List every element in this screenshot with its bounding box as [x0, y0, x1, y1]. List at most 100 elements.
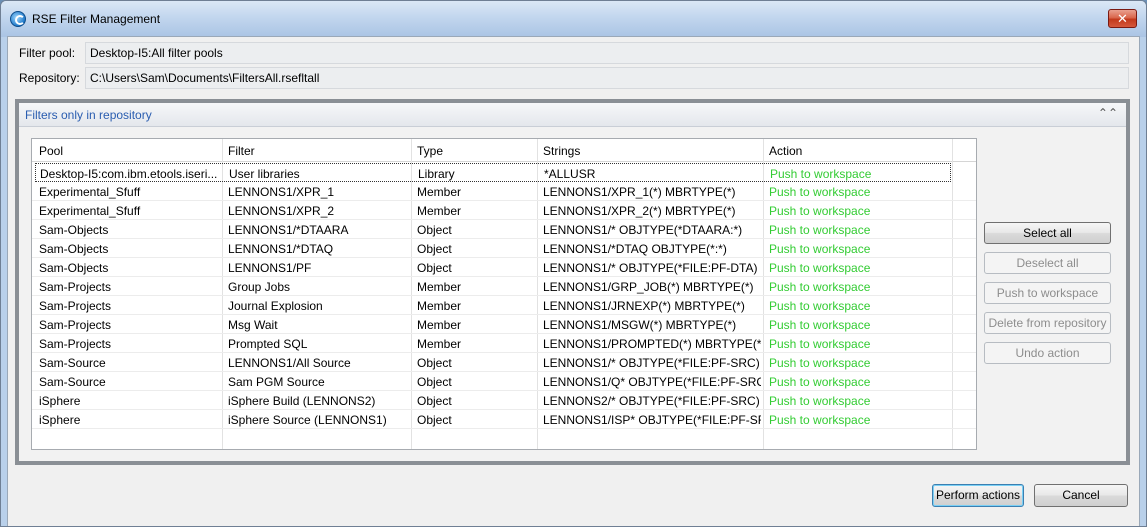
cell-filter: LENNONS1/*DTAARA — [228, 223, 349, 237]
cell-pool: Experimental_Sfuff — [39, 185, 141, 199]
cell-strings: LENNONS1/Q* OBJTYPE(*FILE:PF-SRC) — [543, 375, 761, 389]
cell-filter: User libraries — [229, 167, 300, 181]
cell-strings: LENNONS1/*DTAQ OBJTYPE(*:*) — [543, 242, 727, 256]
cell-filter: LENNONS1/XPR_2 — [228, 204, 335, 218]
table-row[interactable]: Sam-Source LENNONS1/All Source Object LENNO… — [32, 353, 976, 372]
cell-type: Object — [417, 356, 452, 370]
cell-strings: LENNONS1/XPR_1(*) MBRTYPE(*) — [543, 185, 736, 199]
filters-only-in-repository-section: Filters only in repository ⌃⌃ Pool Filte… — [15, 99, 1130, 465]
perform-actions-button[interactable]: Perform actions — [932, 484, 1024, 507]
cell-action[interactable]: Push to workspace — [769, 185, 949, 199]
table-row[interactable]: Sam-Projects Journal Explosion Member LENNO… — [32, 296, 976, 315]
cell-pool: Sam-Objects — [39, 223, 109, 237]
cell-type: Library — [418, 167, 455, 181]
dialog-window: RSE Filter Management ✕ Filter pool: Des… — [0, 0, 1147, 527]
cell-action[interactable]: Push to workspace — [769, 356, 949, 370]
table-row[interactable]: Sam-Objects LENNONS1/*DTAARA Object LENNONS… — [32, 220, 976, 239]
cell-type: Member — [417, 280, 462, 294]
cell-action[interactable]: Push to workspace — [769, 413, 949, 427]
cell-action[interactable]: Push to workspace — [769, 223, 949, 237]
cell-type: Object — [417, 261, 452, 275]
cell-strings: LENNONS1/GRP_JOB(*) MBRTYPE(*) — [543, 280, 754, 294]
delete-from-repository-button[interactable]: Delete from repository — [984, 312, 1111, 334]
cell-action[interactable]: Push to workspace — [769, 394, 949, 408]
cell-filter: Journal Explosion — [228, 299, 323, 313]
cell-pool: Sam-Projects — [39, 280, 112, 294]
table-row[interactable]: Sam-Objects LENNONS1/PF Object LENNONS1/* O… — [32, 258, 976, 277]
select-all-button[interactable]: Select all — [984, 222, 1111, 244]
cell-strings: LENNONS1/ISP* OBJTYPE(*FILE:PF-SRC) — [543, 413, 761, 427]
title-bar[interactable]: RSE Filter Management ✕ — [1, 1, 1146, 37]
repository-label: Repository: — [19, 71, 80, 85]
collapse-chevron-icon[interactable]: ⌃⌃ — [1098, 107, 1118, 119]
cell-type: Member — [417, 318, 462, 332]
cell-action[interactable]: Push to workspace — [769, 204, 949, 218]
column-header-filter[interactable]: Filter — [228, 144, 255, 158]
cell-type: Object — [417, 223, 452, 237]
cell-strings: *ALLUSR — [544, 167, 596, 181]
cell-action[interactable]: Push to workspace — [769, 280, 949, 294]
cell-pool: Experimental_Sfuff — [39, 204, 141, 218]
filter-pool-label: Filter pool: — [19, 46, 76, 60]
refresh-circle-icon — [10, 11, 26, 27]
cell-filter: Sam PGM Source — [228, 375, 325, 389]
close-button[interactable]: ✕ — [1108, 9, 1137, 28]
cell-filter: iSphere Build (LENNONS2) — [228, 394, 376, 408]
cell-filter: Group Jobs — [228, 280, 291, 294]
table-row[interactable]: Desktop-I5:com.ibm.etools.iseri... User l… — [35, 163, 951, 182]
cell-strings: LENNONS1/* OBJTYPE(*FILE:PF-DTA) — [543, 261, 758, 275]
window-title: RSE Filter Management — [32, 12, 161, 26]
cell-filter: LENNONS1/*DTAQ — [228, 242, 334, 256]
table-row[interactable]: iSphere iSphere Build (LENNONS2) Object LEN… — [32, 391, 976, 410]
cell-action[interactable]: Push to workspace — [769, 261, 949, 275]
cell-pool: Sam-Projects — [39, 318, 112, 332]
cell-action[interactable]: Push to workspace — [769, 318, 949, 332]
column-header-action[interactable]: Action — [769, 144, 802, 158]
cell-strings: LENNONS2/* OBJTYPE(*FILE:PF-SRC) — [543, 394, 760, 408]
undo-action-button[interactable]: Undo action — [984, 342, 1111, 364]
cell-action[interactable]: Push to workspace — [769, 337, 949, 351]
cell-type: Object — [417, 394, 452, 408]
cell-action[interactable]: Push to workspace — [769, 242, 949, 256]
column-header-strings[interactable]: Strings — [543, 144, 580, 158]
cell-filter: iSphere Source (LENNONS1) — [228, 413, 387, 427]
cell-strings: LENNONS1/PROMPTED(*) MBRTYPE(*) — [543, 337, 761, 351]
push-to-workspace-button[interactable]: Push to workspace — [984, 282, 1111, 304]
cell-pool: Sam-Objects — [39, 242, 109, 256]
table-row[interactable]: Experimental_Sfuff LENNONS1/XPR_1 Member LE… — [32, 182, 976, 201]
table-header: Pool Filter Type Strings Action — [32, 139, 976, 162]
cell-strings: LENNONS1/MSGW(*) MBRTYPE(*) — [543, 318, 737, 332]
table-row[interactable]: Sam-Projects Msg Wait Member LENNONS1/MSGW(… — [32, 315, 976, 334]
section-header[interactable]: Filters only in repository ⌃⌃ — [19, 103, 1126, 127]
cell-action[interactable]: Push to workspace — [769, 299, 949, 313]
cell-filter: LENNONS1/PF — [228, 261, 312, 275]
column-header-pool[interactable]: Pool — [39, 144, 63, 158]
cell-filter: Prompted SQL — [228, 337, 308, 351]
column-header-type[interactable]: Type — [417, 144, 443, 158]
filters-table[interactable]: Pool Filter Type Strings Action Desktop-… — [31, 138, 977, 450]
section-title: Filters only in repository — [25, 108, 152, 122]
cell-type: Object — [417, 375, 452, 389]
cell-pool: iSphere — [39, 394, 81, 408]
table-row[interactable]: Sam-Objects LENNONS1/*DTAQ Object LENNONS1/… — [32, 239, 976, 258]
repository-row: Repository: C:\Users\Sam\Documents\Filte… — [8, 67, 1139, 89]
cell-pool: iSphere — [39, 413, 81, 427]
cell-filter: LENNONS1/XPR_1 — [228, 185, 335, 199]
table-row[interactable]: Sam-Projects Group Jobs Member LENNONS1/GRP… — [32, 277, 976, 296]
cell-action[interactable]: Push to workspace — [769, 375, 949, 389]
cell-action[interactable]: Push to workspace — [770, 167, 950, 181]
cell-strings: LENNONS1/JRNEXP(*) MBRTYPE(*) — [543, 299, 745, 313]
deselect-all-button[interactable]: Deselect all — [984, 252, 1111, 274]
table-row[interactable]: Sam-Source Sam PGM Source Object LENNONS1/Q… — [32, 372, 976, 391]
cell-strings: LENNONS1/* OBJTYPE(*DTAARA:*) — [543, 223, 743, 237]
cell-type: Member — [417, 185, 462, 199]
cancel-button[interactable]: Cancel — [1034, 484, 1128, 507]
filter-pool-row: Filter pool: Desktop-I5:All filter pools — [8, 42, 1139, 64]
table-row[interactable]: Experimental_Sfuff LENNONS1/XPR_2 Member LE… — [32, 201, 976, 220]
table-row[interactable]: Sam-Projects Prompted SQL Member LENNONS1/P… — [32, 334, 976, 353]
cell-type: Object — [417, 413, 452, 427]
table-row[interactable]: iSphere iSphere Source (LENNONS1) Object LE… — [32, 410, 976, 429]
cell-pool: Sam-Projects — [39, 337, 112, 351]
cell-pool: Desktop-I5:com.ibm.etools.iseri... — [40, 167, 218, 181]
cell-type: Object — [417, 242, 452, 256]
